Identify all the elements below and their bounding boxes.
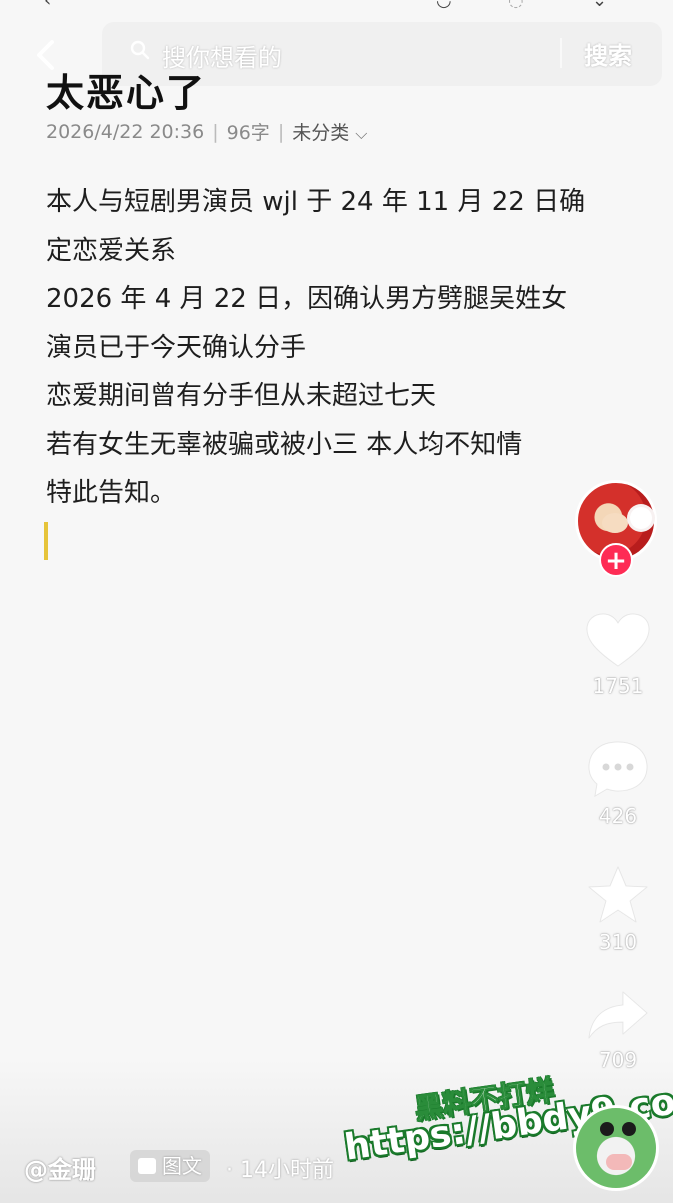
meta-separator: | (277, 120, 285, 143)
favorite-button[interactable]: 310 (580, 864, 656, 954)
loading-icon: ◌ (508, 0, 524, 11)
heart-icon (586, 613, 650, 667)
follow-button[interactable]: + (599, 543, 633, 577)
watermark-logo (573, 1105, 659, 1191)
image-text-icon (138, 1158, 156, 1174)
text-cursor (44, 522, 48, 560)
logo-snout (606, 1154, 632, 1170)
category-label: 未分类 (292, 122, 350, 144)
mic-icon: ◡ (436, 0, 452, 11)
post-time: · 14小时前 (226, 1158, 334, 1183)
note-line: 若有女生无辜被骗或被小三 本人均不知情 (46, 429, 523, 460)
note-word-count: 96字 (226, 122, 270, 144)
logo-spot (600, 1122, 614, 1136)
post-type-tag: 图文 (130, 1150, 210, 1182)
favorite-count: 310 (598, 930, 638, 954)
note-title: 太恶心了 (46, 71, 207, 115)
note-line: 定恋爱关系 (46, 235, 177, 266)
comment-count: 426 (598, 804, 638, 828)
note-body[interactable]: 本人与短剧男演员 wjl 于 24 年 11 月 22 日确 定恋爱关系 202… (46, 178, 616, 518)
note-line: 2026 年 4 月 22 日，因确认男方劈腿吴姓女 (46, 284, 568, 314)
status-strip: ‹ ◡ ◌ ⌄ (0, 0, 673, 18)
like-button[interactable]: 1751 (580, 612, 656, 698)
share-icon (588, 991, 648, 1039)
avatar-face (602, 513, 628, 533)
chevron-down-icon: ⌵ (355, 124, 368, 143)
note-line: 恋爱期间曾有分手但从未超过七天 (46, 381, 437, 411)
star-icon (588, 866, 648, 923)
logo-spot (622, 1122, 636, 1136)
post-type-label: 图文 (162, 1154, 202, 1178)
note-meta: 2026/4/22 20:36 | 96字 | 未分类 ⌵ (46, 118, 367, 145)
note-date: 2026/4/22 20:36 (46, 120, 205, 143)
comment-icon (588, 741, 648, 797)
note-line: 特此告知。 (46, 478, 177, 508)
chevron-down-icon: ⌄ (592, 0, 608, 11)
note-line: 演员已于今天确认分手 (46, 332, 307, 363)
like-count: 1751 (592, 674, 644, 698)
search-button[interactable]: 搜索 (584, 36, 632, 71)
note-line: 本人与短剧男演员 wjl 于 24 年 11 月 22 日确 (46, 187, 586, 217)
author-name[interactable]: @金珊 (24, 1150, 96, 1185)
back-chevron-icon: ‹ (44, 0, 52, 11)
search-divider (560, 38, 562, 68)
search-icon (130, 40, 150, 60)
comment-button[interactable]: 426 (580, 738, 656, 828)
avatar-flower (630, 507, 652, 529)
category-selector[interactable]: 未分类 ⌵ (292, 118, 367, 145)
meta-separator: | (212, 120, 219, 143)
